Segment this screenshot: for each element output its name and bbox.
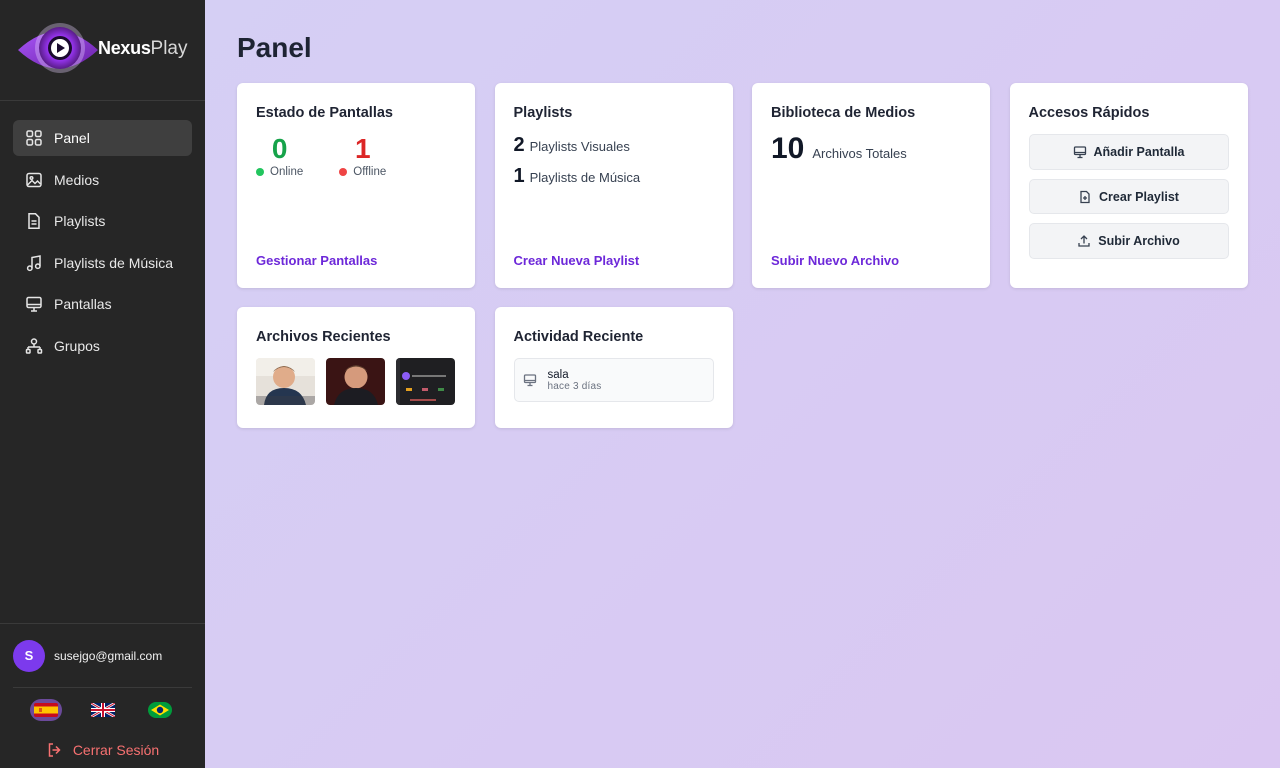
monitor-icon	[523, 374, 536, 387]
create-playlist-button[interactable]: Crear Playlist	[1028, 178, 1229, 215]
music-playlists-label: Playlists de Música	[529, 170, 641, 185]
offline-stat: 1 Offline	[339, 134, 386, 178]
recent-files-thumbnails	[256, 358, 456, 405]
monitor-icon	[26, 296, 42, 312]
card-title: Biblioteca de Medios	[771, 105, 916, 121]
user-profile[interactable]: S susejgo@gmail.com	[13, 624, 192, 688]
app-screenshot-image	[396, 358, 455, 405]
activity-item[interactable]: sala hace 3 días	[513, 358, 714, 402]
logout-button[interactable]: Cerrar Sesión	[13, 732, 192, 768]
document-icon	[28, 213, 40, 229]
upload-file-button[interactable]: Subir Archivo	[1028, 223, 1229, 260]
sidebar-item-grupos[interactable]: Grupos	[13, 328, 192, 364]
baby-photo-image	[256, 358, 315, 405]
file-plus-icon	[1080, 190, 1090, 203]
main-content: Panel Estado de Pantallas 0 Online 1 Off…	[205, 0, 1280, 768]
sidebar-item-label: Pantallas	[54, 296, 112, 312]
logo[interactable]: Nexus Play	[0, 0, 205, 101]
page-title: Panel	[237, 32, 312, 63]
brazil-flag-icon	[147, 702, 172, 718]
upload-icon	[1078, 235, 1090, 247]
recent-file-thumbnail[interactable]	[396, 358, 455, 405]
brand-name-bold: Nexus	[98, 38, 151, 58]
dashboard-grid: Estado de Pantallas 0 Online 1 Offline G…	[237, 83, 1248, 428]
card-title: Actividad Reciente	[513, 329, 644, 345]
card-title: Playlists	[513, 105, 573, 121]
recent-files-card: Archivos Recientes	[237, 307, 475, 428]
add-screen-button[interactable]: Añadir Pantalla	[1028, 134, 1229, 170]
logout-icon	[48, 743, 61, 757]
sidebar-item-panel[interactable]: Panel	[13, 120, 192, 156]
screen-stats: 0 Online 1 Offline	[256, 134, 456, 178]
music-playlists-count: 1	[513, 165, 525, 187]
upload-file-label: Subir Archivo	[1098, 234, 1180, 249]
image-icon	[26, 172, 42, 187]
offline-label-row: Offline	[339, 166, 386, 178]
baby-dark-photo-image	[326, 358, 385, 405]
language-pt-br-button[interactable]	[144, 699, 176, 721]
sidebar-item-playlists[interactable]: Playlists	[13, 203, 192, 239]
total-files-stat: 10 Archivos Totales	[771, 132, 971, 166]
screens-status-card: Estado de Pantallas 0 Online 1 Offline G…	[237, 83, 475, 288]
recent-file-thumbnail[interactable]	[256, 358, 315, 405]
sidebar-nav: Panel Medios Playlists Playlists de Músi…	[0, 101, 205, 623]
activity-time: hace 3 días	[547, 380, 602, 392]
brand-name-light: Play	[150, 38, 188, 59]
add-screen-label: Añadir Pantalla	[1093, 144, 1185, 159]
uk-flag-icon	[90, 703, 115, 717]
eye-play-logo-icon	[18, 23, 98, 73]
language-en-button[interactable]	[87, 699, 119, 721]
sidebar-item-music-playlists[interactable]: Playlists de Música	[13, 245, 192, 281]
sidebar-item-medios[interactable]: Medios	[13, 162, 192, 198]
music-icon	[26, 254, 41, 271]
total-files-count: 10	[771, 132, 805, 165]
language-switcher	[13, 688, 192, 732]
online-stat: 0 Online	[256, 134, 303, 178]
sidebar-item-label: Playlists	[54, 213, 106, 229]
visual-playlists-label: Playlists Visuales	[529, 139, 630, 154]
recent-activity-card: Actividad Reciente sala hace 3 días	[494, 307, 733, 428]
sidebar: Nexus Play Panel Medios Playlists Playli…	[0, 0, 205, 768]
activity-text: sala hace 3 días	[548, 369, 602, 392]
avatar: S	[13, 639, 45, 672]
playlists-card: Playlists 2 Playlists Visuales 1 Playlis…	[494, 83, 733, 288]
offline-count: 1	[354, 133, 371, 164]
spain-flag-icon	[33, 703, 58, 717]
card-title: Estado de Pantallas	[256, 105, 393, 121]
sidebar-item-label: Panel	[54, 130, 90, 146]
music-playlists-stat: 1 Playlists de Música	[514, 165, 714, 188]
sidebar-item-pantallas[interactable]: Pantallas	[13, 286, 192, 322]
brand-name: Nexus Play	[98, 38, 188, 60]
online-label-row: Online	[256, 166, 303, 178]
monitor-icon	[1073, 146, 1086, 158]
create-playlist-link[interactable]: Crear Nueva Playlist	[514, 253, 714, 268]
activity-name: sala	[547, 368, 569, 381]
online-count: 0	[271, 133, 288, 164]
total-files-label: Archivos Totales	[812, 146, 907, 161]
create-playlist-label: Crear Playlist	[1099, 189, 1179, 204]
card-title: Archivos Recientes	[256, 329, 391, 345]
offline-label: Offline	[353, 166, 387, 178]
sidebar-item-label: Grupos	[54, 337, 100, 354]
user-email: susejgo@gmail.com	[54, 648, 163, 663]
visual-playlists-stat: 2 Playlists Visuales	[514, 134, 714, 157]
media-library-card: Biblioteca de Medios 10 Archivos Totales…	[752, 83, 990, 288]
visual-playlists-count: 2	[513, 134, 525, 156]
sidebar-item-label: Medios	[54, 171, 100, 188]
group-icon	[25, 337, 43, 354]
offline-dot-icon	[339, 168, 348, 176]
sidebar-item-label: Playlists de Música	[54, 254, 174, 271]
online-dot-icon	[256, 168, 264, 176]
language-es-button[interactable]	[29, 699, 62, 721]
quick-access-card: Accesos Rápidos Añadir Pantalla Crear Pl…	[1009, 83, 1248, 288]
recent-file-thumbnail[interactable]	[326, 358, 385, 405]
grid-icon	[26, 130, 42, 146]
upload-file-link[interactable]: Subir Nuevo Archivo	[771, 253, 971, 268]
manage-screens-link[interactable]: Gestionar Pantallas	[256, 253, 456, 268]
card-title: Accesos Rápidos	[1028, 105, 1150, 121]
sidebar-footer: S susejgo@gmail.com Cerrar Sesión	[0, 623, 205, 768]
logout-label: Cerrar Sesión	[72, 742, 160, 758]
online-label: Online	[270, 166, 304, 178]
